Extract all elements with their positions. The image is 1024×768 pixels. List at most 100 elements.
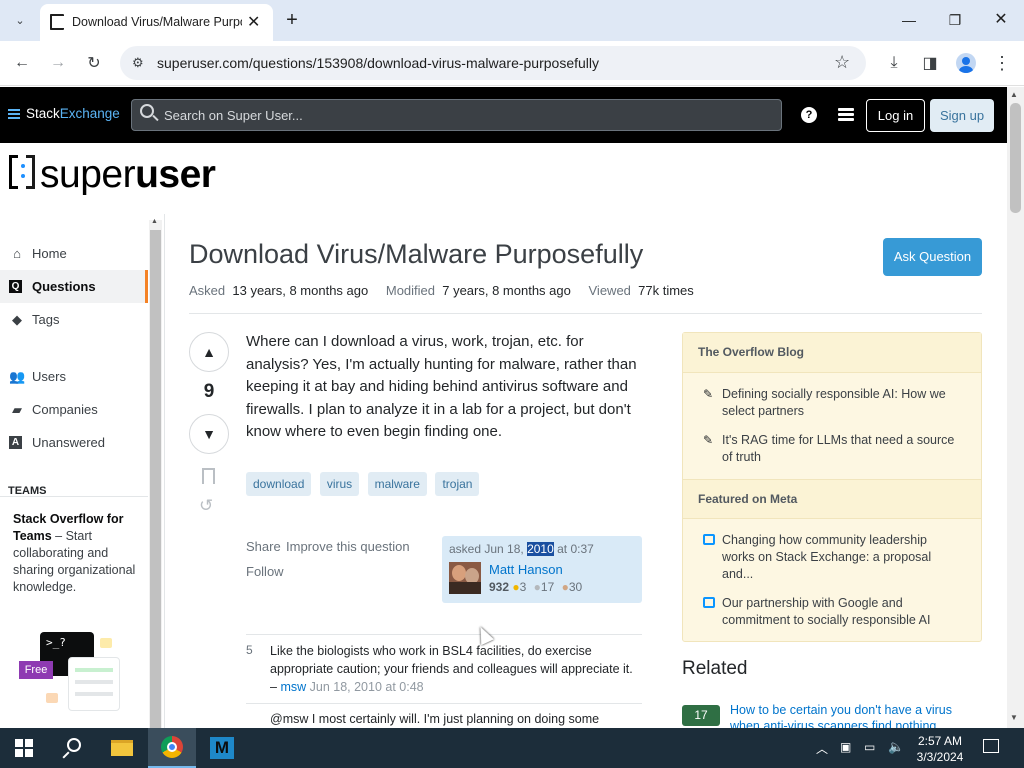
site-info-icon[interactable]: ⚙ [132,55,144,71]
nav-questions-label: Questions [32,279,96,294]
question-title[interactable]: Download Virus/Malware Purposefully [189,239,643,270]
forward-icon[interactable]: → [46,51,70,75]
minimize-icon[interactable]: — [897,8,921,32]
search-input[interactable] [164,106,764,124]
site-search[interactable] [131,99,782,131]
login-button[interactable]: Log in [866,99,925,132]
nav-companies-label: Companies [32,402,98,417]
bookmark-star-icon[interactable]: ☆ [834,52,850,73]
close-window-icon[interactable]: ✕ [989,8,1013,32]
scroll-down-icon[interactable]: ▼ [1010,713,1018,722]
teams-promo-text: Stack Overflow for Teams – Start collabo… [13,512,136,594]
nav-tags[interactable]: ◆ Tags [0,303,148,336]
tag-malware[interactable]: malware [367,472,427,496]
scroll-up-icon[interactable]: ▲ [1010,90,1018,99]
blog-item[interactable]: Defining socially responsible AI: How we… [722,386,962,420]
taskbar-search-button[interactable] [48,728,96,768]
site-switcher-icon[interactable] [838,108,854,122]
stackexchange-icon [8,109,20,119]
blog-item[interactable]: It's RAG time for LLMs that need a sourc… [722,432,962,466]
file-explorer-button[interactable] [98,728,146,768]
nav-companies[interactable]: ▰ Companies [0,393,148,426]
history-icon[interactable]: ↺ [199,496,213,516]
clock-time: 2:57 AM [917,734,963,748]
restore-icon[interactable]: ❐ [943,8,967,32]
start-button[interactable] [0,728,48,768]
tray-security-icon[interactable]: ▣ [840,740,851,754]
checklist-icon [68,657,120,711]
nav-tags-label: Tags [32,312,60,327]
download-icon[interactable]: ⤓ [882,51,906,75]
meta-heading: Featured on Meta [683,479,981,519]
upvote-button[interactable]: ▲ [189,332,229,372]
tag-virus[interactable]: virus [319,472,360,496]
help-icon[interactable]: ? [801,107,817,123]
tray-chevron-icon[interactable]: ︿ [816,740,828,757]
new-tab-icon[interactable]: + [280,8,304,32]
related-question-link[interactable]: How to be certain you don't have a virus… [730,702,980,728]
comment-date[interactable]: Jun 18, 2010 at 0:48 [310,680,424,694]
taskbar-clock[interactable]: 2:57 AM 3/3/2024 [912,733,968,765]
comments-divider [246,703,642,704]
selected-text: 2010 [527,542,554,556]
asked-date[interactable]: 13 years, 8 months ago [232,283,368,298]
improve-question-link[interactable]: Improve this question [286,539,410,554]
comment-user-link[interactable]: msw [280,680,306,694]
app-icon: M [210,737,234,759]
address-bar[interactable]: ⚙ superuser.com/questions/153908/downloa… [120,46,866,80]
nav-questions[interactable]: Q Questions [0,270,148,303]
browser-menu-icon[interactable]: ⋮ [990,51,1014,75]
sidebar-widget: The Overflow Blog ✎ Defining socially re… [682,332,982,642]
app-taskbar-button[interactable]: M [198,728,246,768]
close-tab-icon[interactable]: ✕ [247,12,260,32]
profile-avatar[interactable] [956,53,976,73]
nav-home[interactable]: ⌂ Home [0,237,148,270]
tag-icon: ◆ [12,311,22,327]
tag-download[interactable]: download [246,472,312,496]
nav-unanswered-label: Unanswered [32,435,105,450]
sidebar-scroll-up-icon[interactable]: ▲ [151,218,158,225]
stackexchange-logo[interactable]: StackExchange [8,106,120,121]
tab-search-chevron-icon[interactable]: ⌄ [8,8,32,32]
unanswered-icon: A [9,436,22,449]
user-name-link[interactable]: Matt Hanson [489,562,563,577]
comment-text: Like the biologists who work in BSL4 fac… [270,644,633,694]
volume-icon[interactable]: 🔈 [888,739,904,755]
meta-item[interactable]: Our partnership with Google and commitme… [722,595,962,629]
nav-users[interactable]: 👥 Users [0,360,148,393]
sidebar-scrollbar-thumb[interactable] [150,230,161,728]
nav-home-label: Home [32,246,67,261]
share-link[interactable]: Share [246,539,281,554]
network-icon[interactable]: ▭ [864,740,875,754]
upvote-icon: ▲ [202,344,216,360]
side-panel-icon[interactable]: ◨ [918,51,942,75]
user-avatar[interactable] [449,562,481,594]
browser-toolbar: ← → ↻ ⚙ superuser.com/questions/153908/d… [0,41,1024,86]
downvote-icon: ▼ [202,426,216,442]
tag-trojan[interactable]: trojan [435,472,480,496]
gold-badges: 3 [519,580,527,594]
superuser-favicon-icon [50,14,64,30]
reload-icon[interactable]: ↻ [82,51,106,75]
meta-item[interactable]: Changing how community leadership works … [722,532,962,583]
question-owner-card: asked Jun 18, 2010 at 0:37 Matt Hanson 9… [442,536,642,603]
follow-link[interactable]: Follow [246,564,284,579]
teams-promo: Stack Overflow for Teams – Start collabo… [0,496,148,728]
chrome-taskbar-button[interactable] [148,728,196,768]
bookmark-icon[interactable] [202,468,215,484]
free-badge: Free [19,661,53,679]
url-text[interactable]: superuser.com/questions/153908/download-… [157,55,599,71]
page-scrollbar-thumb[interactable] [1010,103,1021,213]
superuser-logo[interactable]: superuser [8,153,216,197]
back-icon[interactable]: ← [10,51,34,75]
modified-date[interactable]: 7 years, 8 months ago [442,283,571,298]
comments-divider [246,634,642,635]
notifications-icon[interactable] [983,739,999,753]
nav-unanswered[interactable]: A Unanswered [0,426,148,459]
signup-button[interactable]: Sign up [930,99,994,132]
downvote-button[interactable]: ▼ [189,414,229,454]
clock-date: 3/3/2024 [916,750,964,764]
ask-question-button[interactable]: Ask Question [883,238,982,276]
comment-text: @msw I most certainly will. I'm just pla… [270,712,600,726]
browser-tab[interactable]: Download Virus/Malware Purposefully ✕ [40,4,273,41]
